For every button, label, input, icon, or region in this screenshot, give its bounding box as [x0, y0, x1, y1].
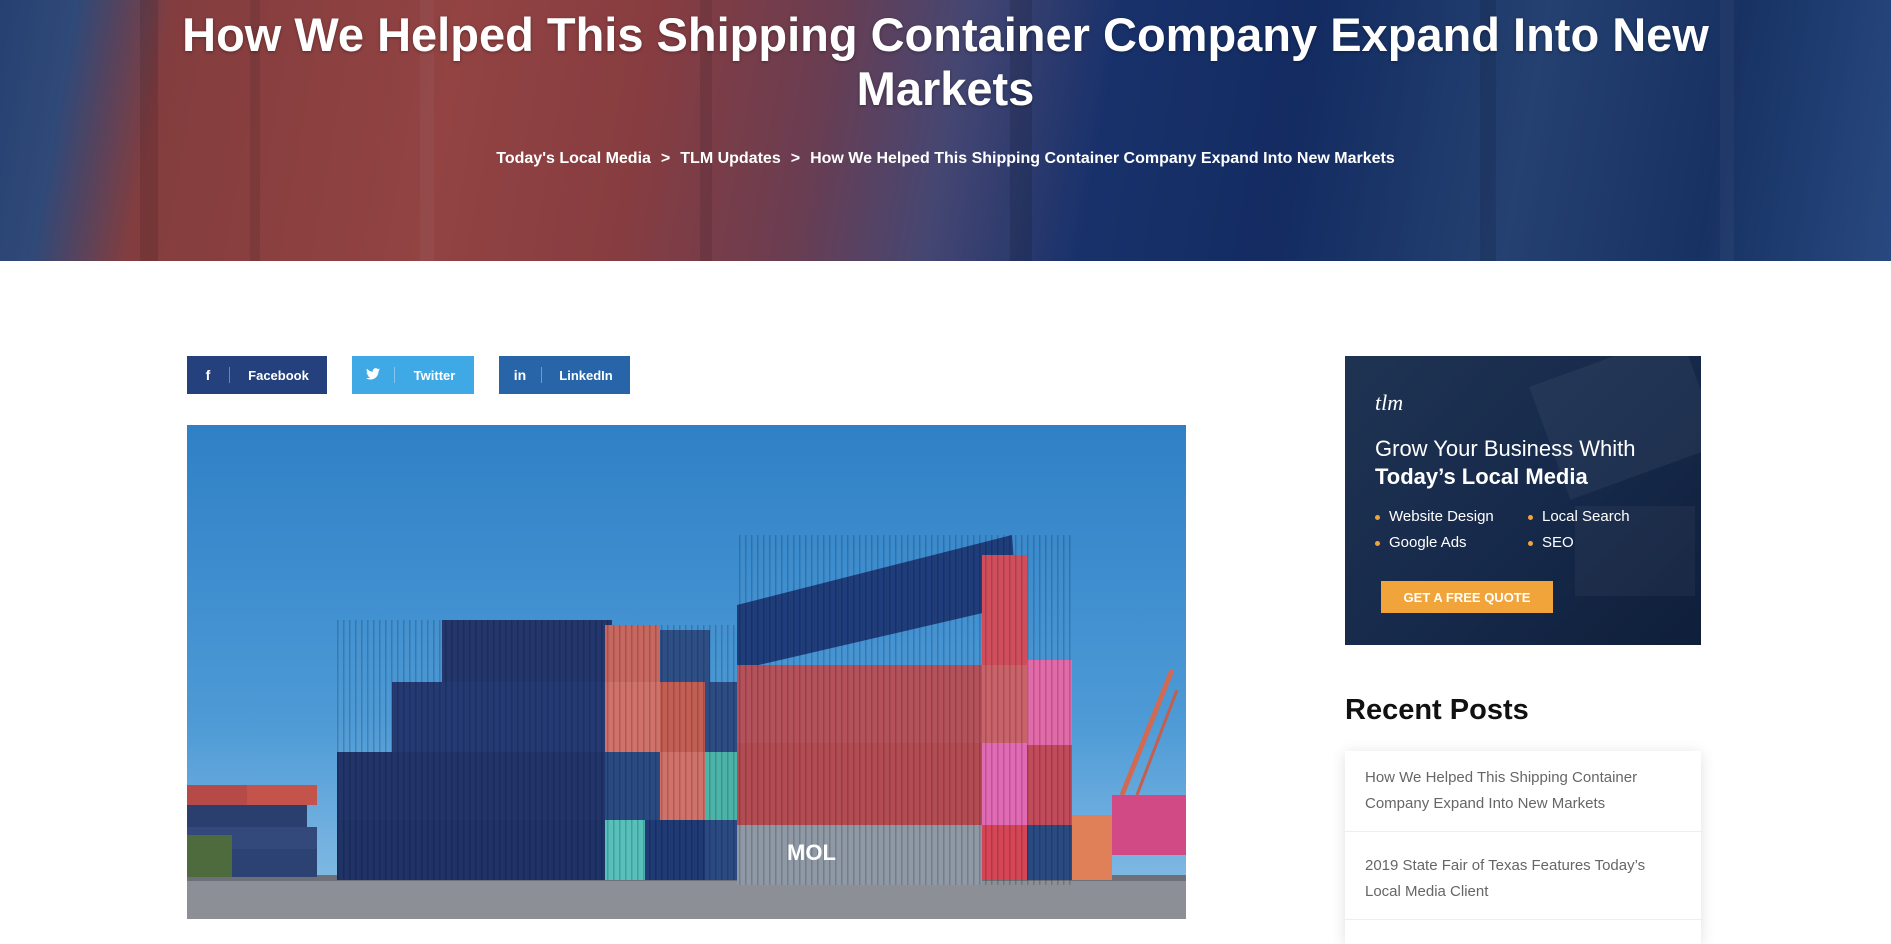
breadcrumb-item-current: How We Helped This Shipping Container Co… [810, 150, 1395, 167]
linkedin-icon: in [499, 367, 542, 383]
container-mol-text: MOL [787, 840, 836, 865]
feature-label: SEO [1542, 534, 1574, 551]
recent-posts-heading: Recent Posts [1345, 694, 1529, 726]
breadcrumb-separator: > [790, 150, 801, 167]
ad-headline-line2: Today’s Local Media [1375, 464, 1588, 489]
share-linkedin-label: LinkedIn [559, 367, 613, 383]
bullet-dot-icon [1375, 514, 1380, 520]
recent-post-link[interactable]: 2019 State Fair of Texas Features Today’… [1365, 853, 1681, 905]
bullet-dot-icon [1375, 540, 1380, 546]
hero-banner: How We Helped This Shipping Container Co… [0, 0, 1891, 261]
twitter-icon [352, 367, 395, 383]
page-title: How We Helped This Shipping Container Co… [182, 8, 1709, 115]
divider [1345, 831, 1701, 832]
tlm-logo: tlm [1375, 390, 1404, 415]
feature-item: SEO [1528, 534, 1574, 551]
feature-item: Google Ads [1375, 534, 1467, 551]
get-free-quote-button[interactable]: GET A FREE QUOTE [1381, 581, 1553, 613]
feature-label: Google Ads [1389, 534, 1467, 551]
breadcrumb: Today's Local Media > TLM Updates > How We H… [0, 150, 1891, 168]
bullet-dot-icon [1528, 540, 1533, 546]
share-linkedin-button[interactable]: in LinkedIn [499, 356, 630, 394]
breadcrumb-item-home[interactable]: Today's Local Media [496, 150, 651, 167]
recent-posts-list: How We Helped This Shipping Container Co… [1345, 751, 1701, 944]
share-facebook-label: Facebook [248, 367, 309, 383]
feature-item: Local Search [1528, 508, 1630, 525]
feature-label: Local Search [1542, 508, 1630, 525]
bullet-dot-icon [1528, 514, 1533, 520]
breadcrumb-separator: > [660, 150, 671, 167]
facebook-icon: f [187, 367, 230, 383]
breadcrumb-item-category[interactable]: TLM Updates [680, 150, 780, 167]
share-twitter-label: Twitter [413, 367, 456, 383]
recent-post-link[interactable]: How We Helped This Shipping Container Co… [1365, 765, 1681, 817]
share-twitter-button[interactable]: Twitter [352, 356, 474, 394]
ad-headline-line1: Grow Your Business Whith [1375, 436, 1636, 461]
feature-label: Website Design [1389, 508, 1494, 525]
share-facebook-button[interactable]: f Facebook [187, 356, 327, 394]
promo-ad-banner[interactable]: tlm Grow Your Business Whith Today’s Loc… [1345, 356, 1701, 645]
featured-image-shipping-containers: MOL [187, 425, 1186, 919]
divider [1345, 919, 1701, 920]
feature-item: Website Design [1375, 508, 1494, 525]
